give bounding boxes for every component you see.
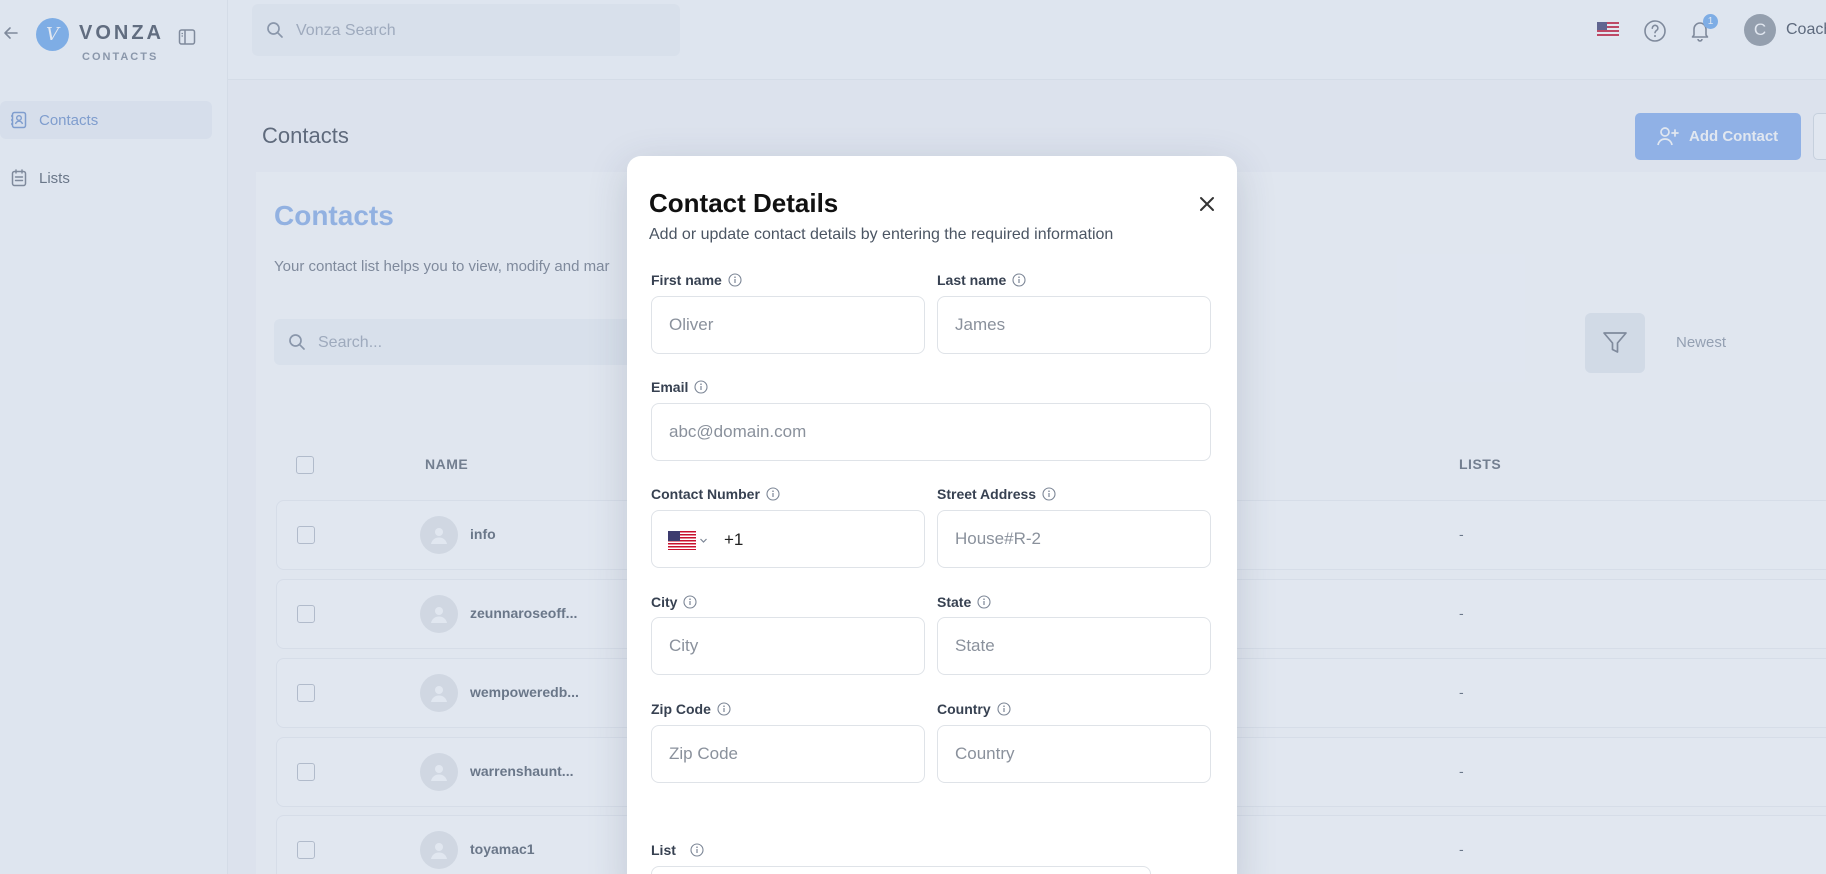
email-input[interactable] [651,403,1211,461]
close-icon[interactable] [1197,194,1217,214]
contact-number-label: Contact Number [651,486,780,502]
dial-code: +1 [724,530,744,549]
list-select[interactable] [651,866,1151,874]
info-icon[interactable] [690,843,704,857]
info-icon[interactable] [717,702,731,716]
info-icon[interactable] [997,702,1011,716]
email-label: Email [651,379,708,395]
chevron-down-icon[interactable] [699,536,708,545]
contact-number-input[interactable]: +1 [651,510,925,568]
last-name-input[interactable] [937,296,1211,354]
country-label: Country [937,701,1011,717]
first-name-input[interactable] [651,296,925,354]
info-icon[interactable] [683,595,698,609]
city-input[interactable] [651,617,925,675]
modal-subtitle: Add or update contact details by enterin… [649,226,1114,243]
zip-code-input[interactable] [651,725,925,783]
info-icon[interactable] [728,273,742,287]
zip-code-label: Zip Code [651,701,731,717]
street-address-input[interactable] [937,510,1211,568]
street-address-label: Street Address [937,486,1056,502]
state-input[interactable] [937,617,1211,675]
city-label: City [651,594,698,610]
first-name-label: First name [651,272,742,288]
info-icon[interactable] [694,380,708,394]
info-icon[interactable] [1012,273,1026,287]
list-label: List [651,842,704,858]
info-icon[interactable] [1042,487,1056,501]
contact-details-modal: Contact Details Add or update contact de… [627,156,1237,874]
info-icon[interactable] [977,595,991,609]
modal-title: Contact Details [649,188,839,218]
state-label: State [937,594,991,610]
info-icon[interactable] [766,487,780,501]
last-name-label: Last name [937,272,1026,288]
country-input[interactable] [937,725,1211,783]
us-flag-icon[interactable] [668,531,696,550]
